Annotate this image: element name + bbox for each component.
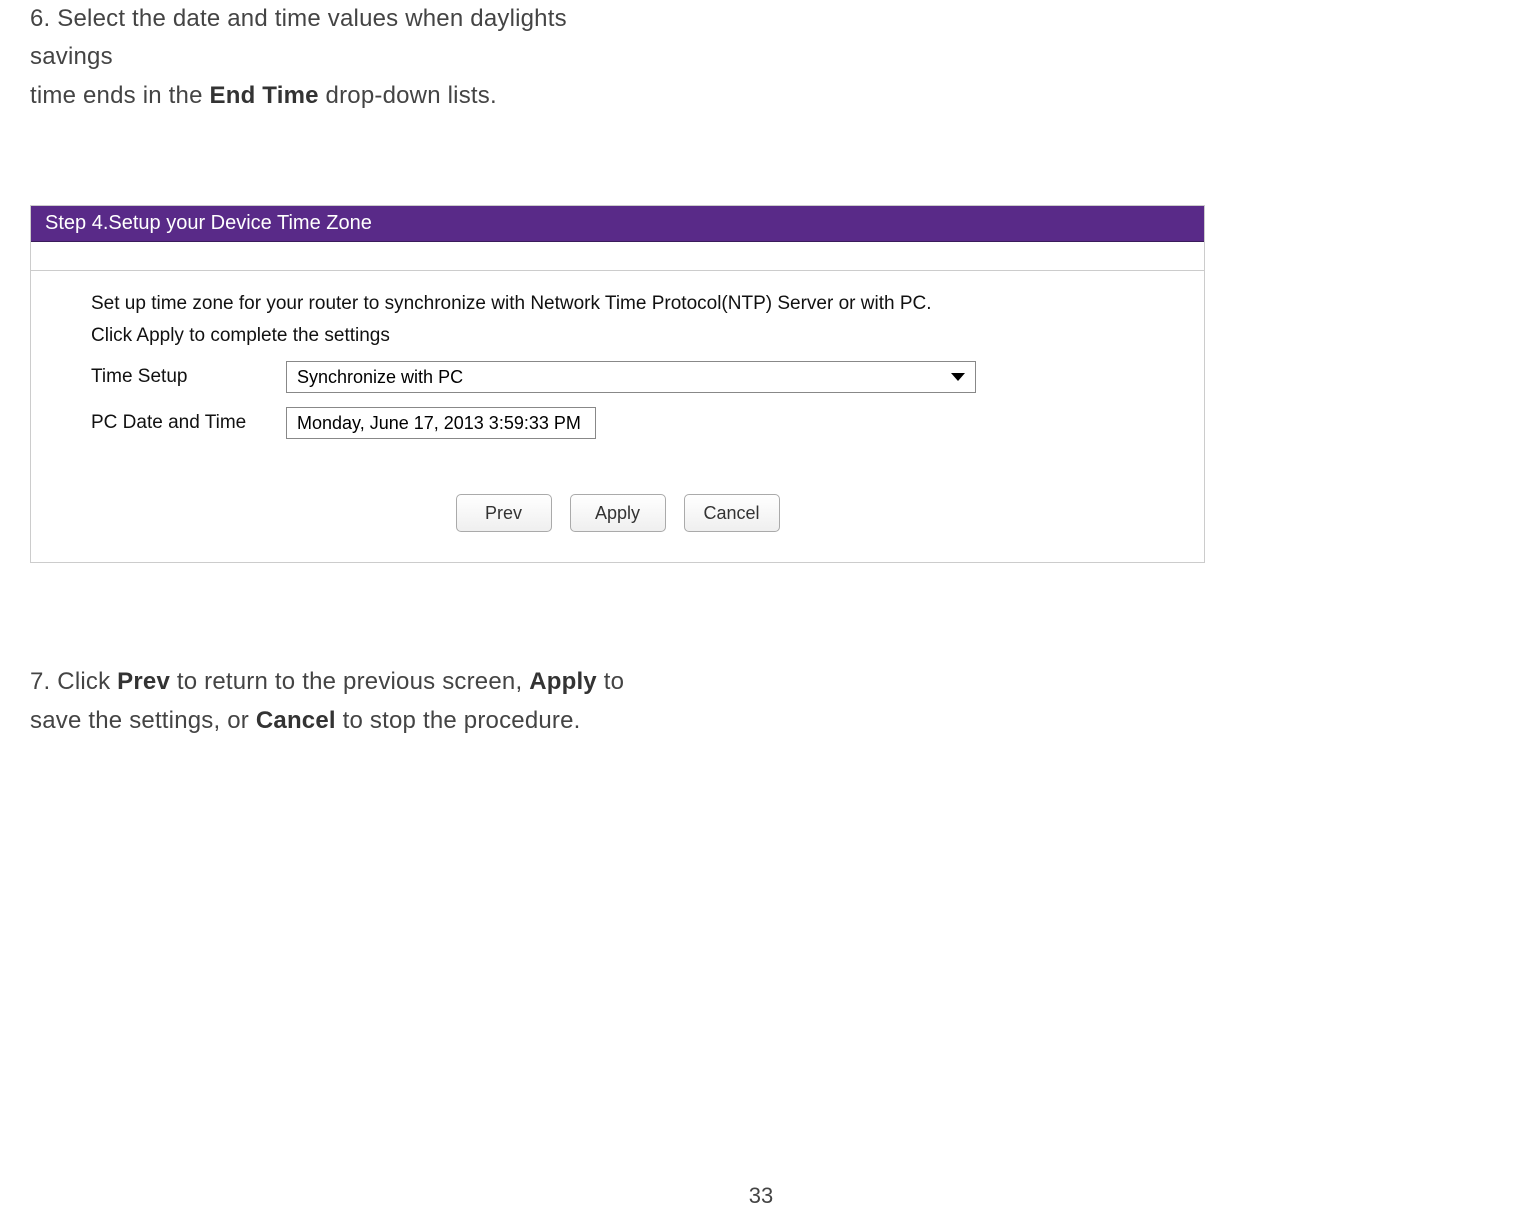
prev-button[interactable]: Prev xyxy=(456,494,552,532)
apply-button-label: Apply xyxy=(595,503,640,524)
step7-b1: Prev xyxy=(117,668,170,695)
cancel-button[interactable]: Cancel xyxy=(684,494,780,532)
step6-line1: 6. Select the date and time values when … xyxy=(30,5,567,70)
step6-bold: End Time xyxy=(210,82,319,109)
form-panel: Set up time zone for your router to sync… xyxy=(31,270,1204,562)
form-description-1: Set up time zone for your router to sync… xyxy=(91,293,1144,315)
step7-mid1: to return to the previous screen, xyxy=(170,668,529,695)
header-gap xyxy=(31,242,1204,270)
step-7-instruction: 7. Click Prev to return to the previous … xyxy=(30,663,650,740)
pc-date-label: PC Date and Time xyxy=(91,412,286,434)
step7-post1: to xyxy=(597,668,624,695)
chevron-down-icon xyxy=(951,373,965,381)
page-number: 33 xyxy=(749,1183,773,1209)
step7-pre1: 7. Click xyxy=(30,668,117,695)
cancel-button-label: Cancel xyxy=(703,503,759,524)
screenshot-panel: Step 4.Setup your Device Time Zone Set u… xyxy=(30,205,1205,563)
step7-line2-post: to stop the procedure. xyxy=(336,707,581,734)
pc-date-input[interactable]: Monday, June 17, 2013 3:59:33 PM xyxy=(286,407,596,439)
pc-date-row: PC Date and Time Monday, June 17, 2013 3… xyxy=(91,407,1144,439)
time-setup-value: Synchronize with PC xyxy=(297,367,463,388)
apply-button[interactable]: Apply xyxy=(570,494,666,532)
time-setup-label: Time Setup xyxy=(91,366,286,388)
step7-line2-pre: save the settings, or xyxy=(30,707,256,734)
button-row: Prev Apply Cancel xyxy=(91,494,1144,532)
step6-line2-post: drop-down lists. xyxy=(319,82,497,109)
step7-b3: Cancel xyxy=(256,707,336,734)
form-description-2: Click Apply to complete the settings xyxy=(91,325,1144,347)
time-setup-row: Time Setup Synchronize with PC xyxy=(91,361,1144,393)
pc-date-value: Monday, June 17, 2013 3:59:33 PM xyxy=(297,413,581,434)
step6-line2-pre: time ends in the xyxy=(30,82,210,109)
wizard-step-header: Step 4.Setup your Device Time Zone xyxy=(31,206,1204,242)
step-6-instruction: 6. Select the date and time values when … xyxy=(30,0,650,115)
prev-button-label: Prev xyxy=(485,503,522,524)
step7-b2: Apply xyxy=(529,668,597,695)
time-setup-select[interactable]: Synchronize with PC xyxy=(286,361,976,393)
